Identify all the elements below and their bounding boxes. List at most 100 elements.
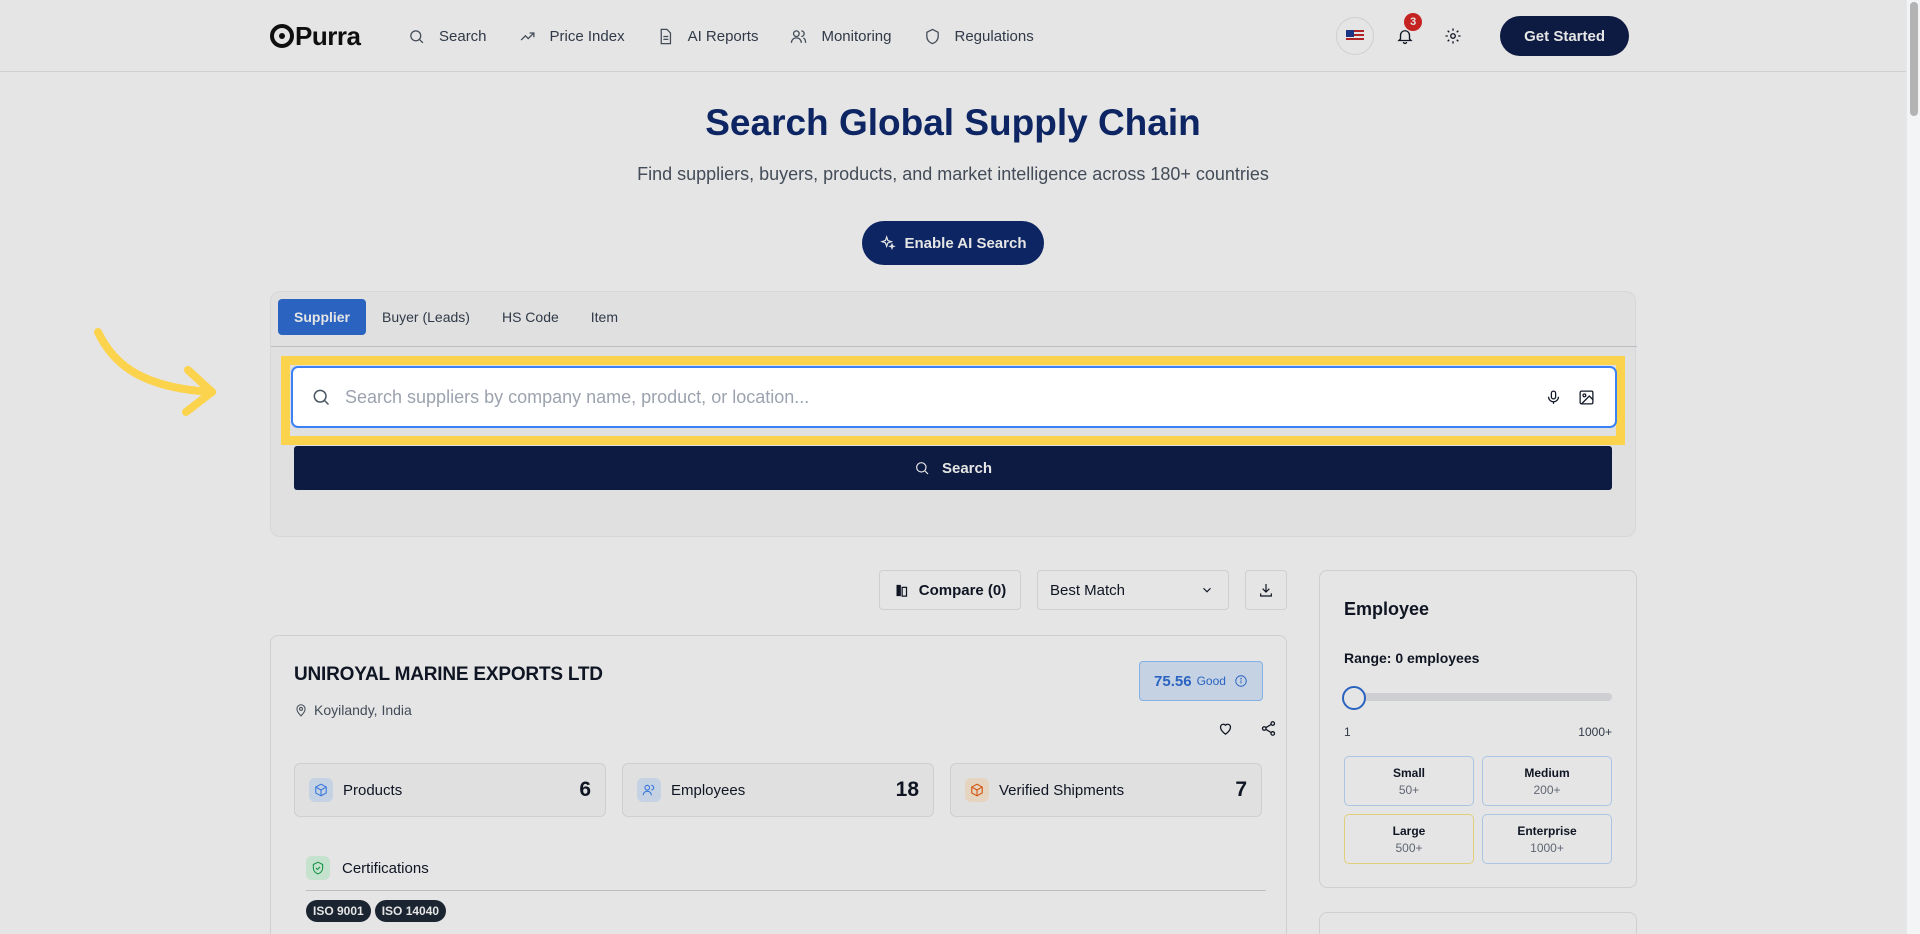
compare-label: Compare (0): [918, 581, 1007, 599]
stats-row: Products 6 Employees 18 Verified Shipmen…: [294, 763, 1278, 817]
size-enterprise-button[interactable]: Enterprise 1000+: [1482, 814, 1612, 864]
certification-tags: ISO 9001 ISO 14040: [306, 900, 450, 922]
nav-label: AI Reports: [687, 27, 759, 45]
stat-icon-bg: [965, 778, 989, 802]
nav-item-price-index[interactable]: Price Index: [519, 22, 625, 50]
company-size-options: Small 50+ Medium 200+ Large 500+ Enterpr…: [1344, 756, 1612, 864]
compare-icon: [896, 584, 907, 597]
certifications-heading: Certifications: [306, 856, 429, 880]
search-icon: [916, 462, 929, 475]
logo-mark: [270, 24, 294, 48]
logo[interactable]: Purra: [270, 18, 361, 54]
notifications-button[interactable]: 3: [1386, 13, 1424, 55]
size-name: Medium: [1524, 765, 1570, 780]
nav-item-ai-reports[interactable]: AI Reports: [657, 22, 759, 50]
card-actions: [1191, 720, 1277, 737]
size-name: Enterprise: [1517, 823, 1577, 838]
sort-select[interactable]: Best Match: [1037, 570, 1229, 610]
nav-label: Price Index: [549, 27, 625, 45]
next-filter-panel: [1319, 912, 1637, 934]
company-name[interactable]: UNIROYAL MARINE EXPORTS LTD: [294, 664, 603, 686]
nav-item-search[interactable]: Search: [408, 22, 487, 50]
gear-icon: [1445, 28, 1461, 44]
size-name: Large: [1392, 823, 1426, 838]
download-button[interactable]: [1245, 570, 1287, 610]
language-selector[interactable]: [1336, 17, 1375, 55]
nav-label: Regulations: [954, 27, 1034, 45]
search-button-label: Search: [941, 459, 993, 477]
employee-slider-track[interactable]: [1344, 693, 1612, 701]
size-name: Small: [1392, 765, 1425, 780]
employee-slider-thumb[interactable]: [1342, 686, 1366, 710]
stat-label: Products: [343, 781, 403, 799]
compare-button[interactable]: Compare (0): [879, 570, 1021, 610]
search-input[interactable]: [345, 368, 1529, 426]
top-header: Purra Search Price Index AI Reports Moni…: [0, 0, 1906, 72]
microphone-icon[interactable]: [1545, 389, 1562, 406]
search-icon: [410, 29, 424, 43]
page-scrollbar[interactable]: [1906, 0, 1920, 934]
users-icon: [791, 29, 807, 43]
cert-tag: ISO 14040: [374, 900, 447, 922]
stat-verified-shipments: Verified Shipments 7: [950, 763, 1262, 817]
users-icon: [642, 784, 655, 796]
sort-value: Best Match: [1050, 581, 1126, 599]
stat-label: Employees: [671, 781, 746, 799]
size-count: 500+: [1395, 840, 1423, 855]
search-icon: [313, 389, 330, 406]
heart-icon[interactable]: [1217, 720, 1234, 737]
employee-filter-panel: Employee Range: 0 employees 1 1000+ Smal…: [1319, 570, 1637, 888]
tab-item[interactable]: Item: [575, 299, 634, 335]
ai-button-label: Enable AI Search: [904, 234, 1027, 252]
tab-supplier[interactable]: Supplier: [278, 299, 367, 335]
company-location: Koyilandy, India: [294, 702, 412, 718]
logo-text: Purra: [295, 20, 361, 51]
tab-buyer-leads[interactable]: Buyer (Leads): [366, 299, 486, 335]
info-icon[interactable]: [1234, 674, 1248, 688]
certifications-divider: [306, 890, 1266, 891]
stat-icon-bg: [637, 778, 661, 802]
size-large-button[interactable]: Large 500+: [1344, 814, 1474, 864]
filter-title: Employee: [1344, 599, 1430, 619]
stat-label: Verified Shipments: [999, 781, 1125, 799]
stat-employees: Employees 18: [622, 763, 934, 817]
size-count: 1000+: [1530, 840, 1564, 855]
nav-item-regulations[interactable]: Regulations: [924, 22, 1034, 50]
score-badge: 75.56 Good: [1139, 661, 1263, 701]
range-max: 1000+: [1578, 725, 1612, 739]
range-min: 1: [1344, 725, 1351, 739]
cert-tag: ISO 9001: [306, 900, 371, 922]
box-icon: [315, 783, 327, 797]
notification-badge: 3: [1404, 13, 1423, 31]
image-search-icon[interactable]: [1578, 389, 1595, 406]
stat-products: Products 6: [294, 763, 606, 817]
size-count: 50+: [1398, 782, 1420, 797]
page-subtitle: Find suppliers, buyers, products, and ma…: [637, 164, 1269, 184]
search-panel: Supplier Buyer (Leads) HS Code Item Sear…: [270, 291, 1637, 537]
page-title: Search Global Supply Chain: [705, 102, 1201, 143]
supplier-result-card[interactable]: UNIROYAL MARINE EXPORTS LTD Koyilandy, I…: [270, 635, 1287, 934]
nav-label: Monitoring: [821, 27, 892, 45]
tab-hs-code[interactable]: HS Code: [486, 299, 575, 335]
search-field: [291, 366, 1617, 428]
scrollbar-thumb[interactable]: [1910, 2, 1918, 116]
sparkle-icon: [879, 235, 896, 251]
size-small-button[interactable]: Small 50+: [1344, 756, 1474, 806]
stat-value: 6: [579, 778, 591, 801]
trending-up-icon: [520, 31, 535, 40]
search-button[interactable]: Search: [294, 446, 1612, 490]
share-icon[interactable]: [1260, 720, 1277, 737]
pointer-arrow-icon: [94, 328, 216, 416]
chevron-down-icon: [1203, 587, 1211, 593]
enable-ai-search-button[interactable]: Enable AI Search: [862, 221, 1044, 265]
shield-check-icon: [312, 861, 324, 875]
get-started-button[interactable]: Get Started: [1500, 16, 1629, 56]
nav-item-monitoring[interactable]: Monitoring: [790, 22, 892, 50]
stat-value: 18: [895, 778, 919, 801]
us-flag-icon: [1346, 30, 1365, 42]
settings-button[interactable]: [1434, 17, 1472, 55]
size-medium-button[interactable]: Medium 200+: [1482, 756, 1612, 806]
document-icon: [660, 28, 671, 44]
nav-label: Search: [439, 27, 487, 45]
range-label: Range: 0 employees: [1344, 650, 1480, 666]
